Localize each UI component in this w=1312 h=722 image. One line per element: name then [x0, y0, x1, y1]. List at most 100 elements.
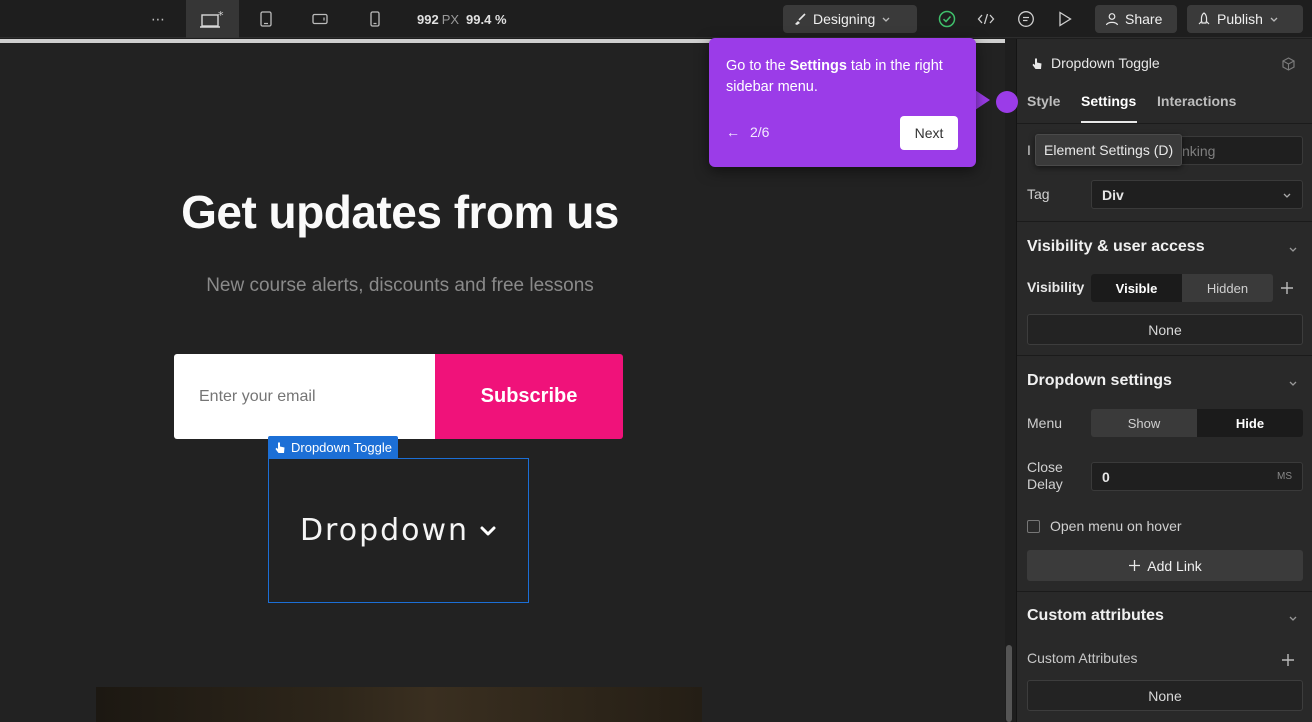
plus-icon: [1129, 560, 1141, 571]
visibility-none-box[interactable]: None: [1027, 314, 1303, 345]
chevron-down-icon[interactable]: [1288, 244, 1298, 254]
visibility-toggle[interactable]: Visible Hidden: [1091, 274, 1273, 302]
divider: [1017, 355, 1312, 356]
play-icon: [1059, 11, 1072, 27]
more-icon: ⋯: [151, 10, 165, 27]
popover-text-bold: Settings: [789, 58, 847, 74]
section-background-image: [96, 687, 702, 722]
menu-hide-option[interactable]: Hide: [1197, 409, 1303, 437]
dropdown-section-title[interactable]: Dropdown settings: [1027, 372, 1172, 390]
zoom-value: 99.4 %: [466, 11, 507, 27]
pointer-hand-icon: [1032, 58, 1042, 69]
breakpoint-tablet-button[interactable]: [254, 0, 278, 38]
breakpoint-portrait-button[interactable]: [363, 0, 387, 38]
chevron-down-icon[interactable]: [1288, 378, 1298, 388]
publish-button[interactable]: Publish: [1187, 5, 1303, 33]
tag-value: Div: [1102, 186, 1124, 203]
add-link-label: Add Link: [1147, 557, 1202, 574]
open-on-hover-checkbox[interactable]: [1027, 519, 1040, 533]
menu-show-option[interactable]: Show: [1091, 409, 1197, 437]
top-toolbar: ⋯ * 992 PX 99.4 % Designing Share Publis…: [0, 0, 1312, 38]
canvas-size-readout: 992 PX 99.4 %: [417, 0, 507, 38]
tablet-icon: [260, 11, 272, 27]
back-arrow-icon[interactable]: ←: [726, 124, 740, 140]
plus-icon[interactable]: [1281, 653, 1295, 667]
more-menu-button[interactable]: ⋯: [144, 0, 172, 38]
popover-target-dot: [996, 91, 1018, 113]
chevron-down-icon[interactable]: [1288, 613, 1298, 623]
mode-dropdown[interactable]: Designing: [783, 5, 917, 33]
pointer-hand-icon: [275, 442, 285, 453]
code-icon: [977, 13, 995, 25]
close-delay-label: Close Delay: [1027, 459, 1063, 493]
visibility-label: Visibility: [1027, 279, 1085, 295]
menu-toggle[interactable]: Show Hide: [1091, 409, 1303, 437]
panel-header: Dropdown Toggle: [1031, 55, 1160, 71]
status-check-button[interactable]: [935, 0, 959, 38]
close-delay-input[interactable]: 0 MS: [1091, 462, 1303, 491]
comments-button[interactable]: [1014, 0, 1038, 38]
email-input[interactable]: [174, 354, 435, 439]
menu-label: Menu: [1027, 415, 1063, 431]
code-view-button[interactable]: [974, 0, 998, 38]
visibility-section-title[interactable]: Visibility & user access: [1027, 238, 1205, 256]
dropdown-toggle[interactable]: Dropdown: [268, 458, 529, 603]
add-link-button[interactable]: Add Link: [1027, 550, 1303, 581]
close-delay-label-line1: Close: [1027, 459, 1063, 475]
breakpoint-landscape-button[interactable]: [308, 0, 332, 38]
user-icon: [1105, 13, 1119, 26]
visibility-visible-option[interactable]: Visible: [1091, 274, 1182, 302]
divider: [1017, 123, 1312, 124]
chevron-down-icon: [882, 17, 890, 22]
id-value: nking: [1182, 142, 1216, 159]
custom-attributes-section-title[interactable]: Custom attributes: [1027, 607, 1164, 625]
tab-interactions[interactable]: Interactions: [1157, 93, 1236, 109]
visibility-hidden-option[interactable]: Hidden: [1182, 274, 1273, 302]
hero-title: Get updates from us: [181, 186, 619, 238]
subscribe-button[interactable]: Subscribe: [435, 354, 623, 439]
component-button[interactable]: [1281, 57, 1296, 75]
next-button[interactable]: Next: [900, 116, 958, 150]
close-delay-value: 0: [1102, 468, 1110, 485]
open-on-hover-label: Open menu on hover: [1050, 518, 1182, 534]
custom-attributes-label: Custom Attributes: [1027, 650, 1138, 666]
tab-settings[interactable]: Settings: [1081, 93, 1136, 109]
desktop-star-icon: *: [199, 9, 224, 28]
preview-button[interactable]: [1053, 0, 1077, 38]
width-unit: PX: [441, 11, 460, 27]
popover-text-part: Go to the: [726, 58, 790, 74]
open-on-hover-row[interactable]: Open menu on hover: [1027, 518, 1182, 534]
dropdown-text: Dropdown: [299, 513, 470, 548]
chevron-down-icon: [480, 526, 496, 535]
plus-icon[interactable]: [1280, 281, 1294, 295]
close-delay-unit: MS: [1277, 471, 1292, 482]
publish-label: Publish: [1217, 11, 1263, 27]
width-value: 992: [417, 11, 439, 27]
share-button[interactable]: Share: [1095, 5, 1177, 33]
mode-label: Designing: [813, 11, 876, 27]
tab-style[interactable]: Style: [1027, 93, 1060, 109]
popover-navigation: ← 2/6: [726, 124, 769, 140]
tag-label: Tag: [1027, 186, 1050, 202]
chevron-down-icon: [1270, 17, 1278, 22]
check-circle-icon: [938, 10, 956, 28]
element-name: Dropdown Toggle: [1051, 55, 1160, 71]
tooltip: Element Settings (D): [1035, 134, 1183, 166]
mobile-landscape-icon: [312, 13, 328, 25]
breakpoint-desktop-button[interactable]: *: [186, 0, 239, 38]
brush-icon: [795, 13, 806, 25]
share-label: Share: [1125, 11, 1163, 27]
mobile-portrait-icon: [370, 11, 380, 27]
custom-attributes-none-box[interactable]: None: [1027, 680, 1303, 711]
id-label: I: [1027, 142, 1031, 158]
hero-subtitle: New course alerts, discounts and free le…: [206, 275, 594, 296]
selected-element-tag[interactable]: Dropdown Toggle: [268, 436, 398, 458]
tag-select[interactable]: Div: [1091, 180, 1303, 209]
onboarding-popover: Go to the Settings tab in the right side…: [709, 38, 976, 167]
selected-element-label: Dropdown Toggle: [291, 439, 392, 455]
divider: [1017, 591, 1312, 592]
popover-text: Go to the Settings tab in the right side…: [726, 56, 961, 98]
step-counter: 2/6: [750, 124, 770, 140]
cube-plus-icon: [1282, 57, 1295, 71]
canvas-scrollbar[interactable]: [1006, 645, 1012, 722]
